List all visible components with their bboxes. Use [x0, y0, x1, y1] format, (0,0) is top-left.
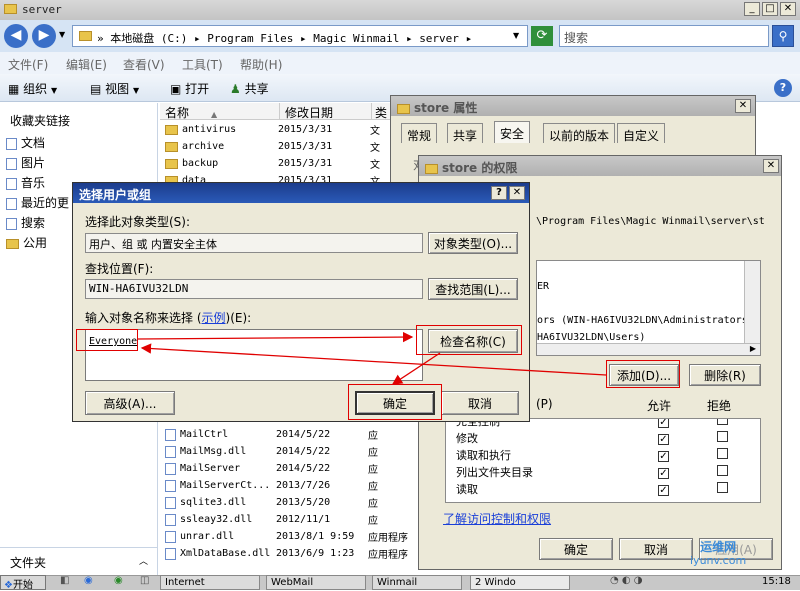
quicklaunch-icon[interactable]: ◫ [140, 575, 149, 586]
tray-icons: ◔ ◐ ◑ [610, 575, 643, 586]
watermark-url: iyunv.com [690, 554, 747, 567]
windows-logo-icon: ❖ [4, 580, 13, 591]
arrow-add-to-everyone [140, 343, 607, 376]
taskbar-item-winmail[interactable]: Winmail [372, 575, 462, 590]
taskbar-item-webmail[interactable]: WebMail [266, 575, 366, 590]
quicklaunch-icon: ◧ [60, 575, 70, 586]
clock: 15:18 [762, 576, 791, 587]
ie-quicklaunch-icon[interactable]: ◉ [84, 575, 93, 586]
start-label: 开始 [12, 580, 33, 591]
taskbar-item-windows[interactable]: 2 Windo [470, 575, 570, 590]
annotation-arrows [137, 331, 607, 385]
watermark: 运维网 iyunv.com [690, 540, 746, 568]
start-button[interactable]: ❖开始 [0, 575, 46, 591]
watermark-name: 运维网 [700, 540, 737, 554]
arrow-to-check-names [137, 331, 414, 343]
quicklaunch-icon[interactable]: ◉ [114, 575, 123, 586]
arrow-check-to-ok [391, 352, 441, 385]
taskbar-item-internet[interactable]: Internet [160, 575, 260, 590]
